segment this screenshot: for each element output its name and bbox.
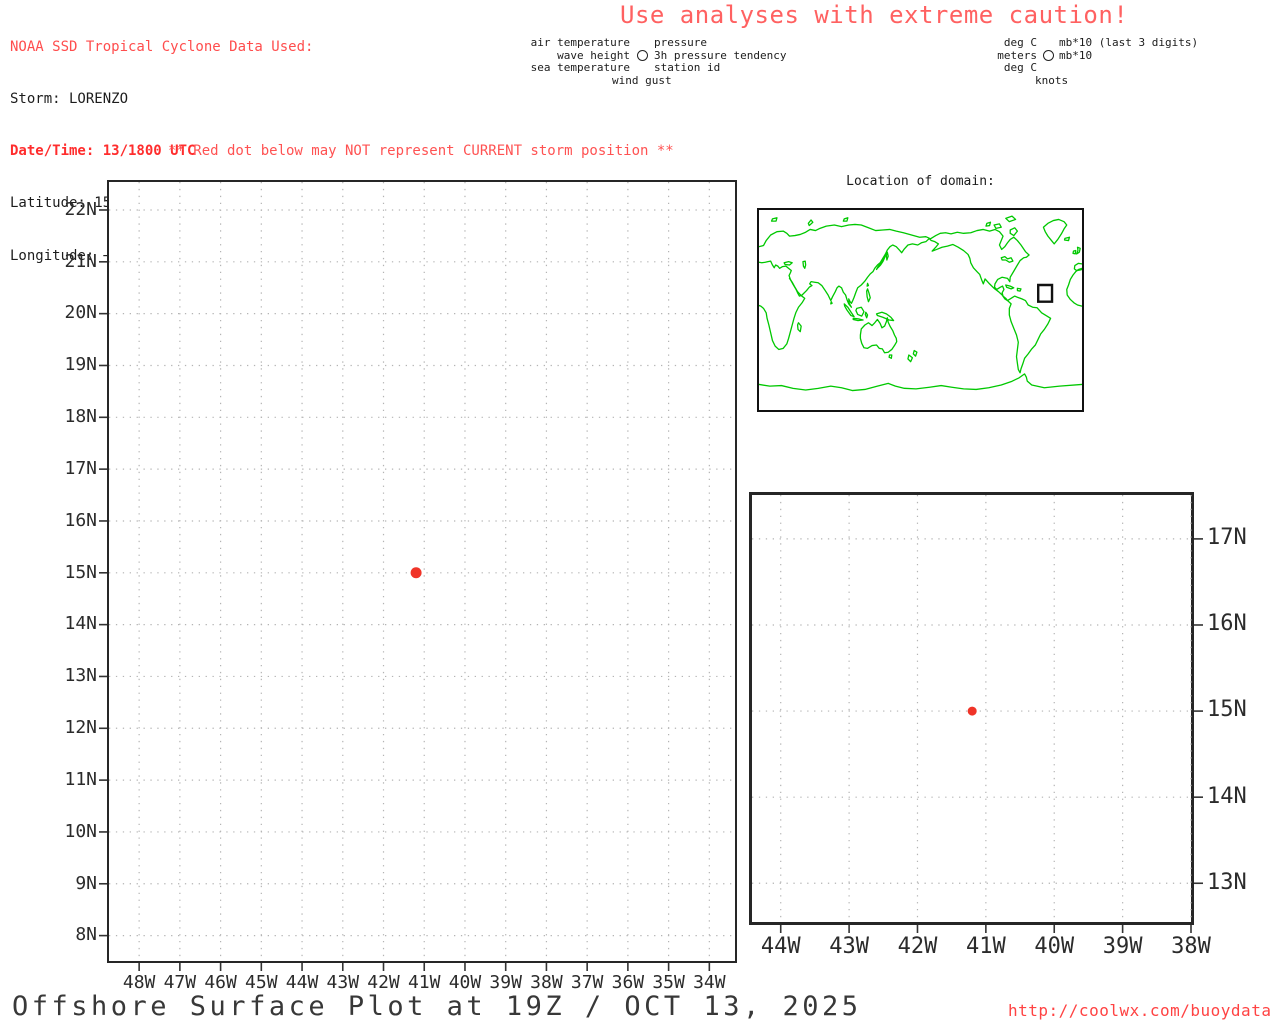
zoom-plot-y-tick-label: 16N [1207, 611, 1247, 637]
main-plot-y-tick-label: 21N [64, 250, 97, 272]
coast-tasmania [889, 355, 892, 358]
domain-rectangle [1038, 285, 1052, 302]
storm-name-line: Storm: LORENZO [10, 91, 129, 108]
station-circle-icon [1042, 50, 1054, 62]
main-plot-y-tick-label: 17N [64, 457, 97, 479]
main-plot-y-tick-label: 20N [64, 302, 97, 324]
unit-3h-pressure-tendency: mb*10 [1059, 48, 1093, 62]
coast-cuba [1006, 285, 1014, 289]
coast-africa-east [759, 278, 805, 349]
coast-nz-north [913, 351, 917, 357]
coast-black-sea [784, 262, 792, 265]
noaa-source-line: NOAA SSD Tropical Cyclone Data Used: [10, 38, 314, 55]
coast-sumatra [844, 304, 854, 317]
coast-iceland [1065, 237, 1070, 240]
coast-britain [1077, 247, 1081, 254]
storm-position-dot-zoom [967, 706, 977, 716]
storm-position-warning: ** Red dot below may NOT represent CURRE… [168, 143, 674, 159]
storm-position-dot [410, 567, 422, 579]
zoom-plot-x-tick-label: 42W [897, 934, 938, 959]
legend-wind-gust: wind gust [612, 73, 672, 87]
coast-madagascar [798, 323, 802, 332]
coast-banks-island [986, 222, 990, 226]
coast-eurasia [759, 224, 929, 307]
coast-nz-south [908, 355, 912, 362]
zoom-plot-x-tick-label: 44W [760, 934, 801, 959]
unit-air-temperature: deg C [1003, 36, 1037, 49]
zoom-plot-y-tick-label: 15N [1207, 697, 1247, 723]
coast-ellesmere [1006, 216, 1016, 222]
caution-headline: Use analyses with extreme caution! [620, 1, 1129, 29]
main-plot-y-tick-label: 15N [64, 561, 97, 583]
main-plot-y-tick-label: 22N [64, 198, 97, 220]
zoom-plot-x-tick-label: 43W [829, 934, 869, 959]
main-plot-y-tick-label: 16N [64, 509, 97, 531]
unit-wind-gust: knots [1035, 73, 1069, 87]
legend-sea-temperature: sea temperature [530, 61, 630, 74]
coast-japan [877, 254, 887, 270]
zoom-plot: 44W 43W 42W 41W 40W 39W 38W 17N 16N 15N 14N 13N [749, 492, 1247, 959]
units-legend: deg C mb*10 (last 3 digits) meters mb*10… [985, 36, 1199, 87]
main-plot: 48W 47W 46W 45W 44W 43W 42W 41W 40W 39W 38W 37W 36W 3… [64, 180, 737, 993]
plot-title: Offshore Surface Plot at 19Z / OCT 13, 2… [12, 991, 862, 1022]
main-plot-y-tick-label: 10N [64, 820, 97, 842]
coast-sri-lanka [831, 302, 832, 304]
coast-sulawesi [865, 312, 867, 318]
coast-great-lakes [1001, 257, 1013, 263]
coast-africa-west [1067, 268, 1082, 306]
station-model-legend: air temperature pressure wave height 3h … [520, 36, 787, 87]
legend-pressure: pressure [654, 36, 707, 49]
inset-map-title: Location of domain: [846, 174, 995, 189]
legend-station-id: station id [654, 61, 721, 74]
coast-borneo [856, 307, 864, 316]
coast-south-america [1008, 296, 1051, 373]
buoy-plot-page: NOAA SSD Tropical Cyclone Data Used: Sto… [0, 0, 1280, 1024]
coast-java [853, 318, 863, 320]
coast-antarctica [759, 374, 1082, 391]
coast-victoria-island [994, 224, 1001, 228]
unit-pressure: mb*10 (last 3 digits) [1059, 36, 1199, 49]
coast-australia [860, 318, 896, 353]
coast-caspian-sea [803, 261, 806, 268]
main-plot-y-tick-label: 13N [64, 665, 97, 687]
main-plot-y-tick-label: 14N [64, 613, 97, 635]
coast-philippines [867, 289, 871, 302]
station-circle-icon [636, 50, 648, 62]
main-plot-y-tick-label: 19N [64, 354, 97, 376]
main-plot-canvas [99, 182, 735, 971]
zoom-plot-y-tick-label: 17N [1207, 525, 1247, 551]
main-plot-y-tick-label: 9N [75, 872, 97, 894]
zoom-plot-x-tick-label: 40W [1034, 934, 1075, 959]
main-plot-y-tick-label: 11N [64, 768, 97, 790]
zoom-plot-y-tick-label: 14N [1207, 783, 1247, 809]
coast-hispaniola [1017, 288, 1021, 291]
main-plot-y-tick-label: 8N [75, 924, 97, 946]
coast-taiwan [867, 283, 868, 286]
coast-north-america [929, 229, 1029, 300]
zoom-plot-x-tick-label: 38W [1171, 934, 1211, 959]
world-map-inset [757, 208, 1084, 412]
legend-air-temperature: air temperature [530, 36, 630, 49]
source-url: http://coolwx.com/buoydata [1008, 1001, 1272, 1020]
coast-baffin [1010, 228, 1017, 236]
coast-sakhalin [886, 252, 888, 260]
coast-greenland [1043, 219, 1066, 243]
zoom-plot-y-tick-label: 13N [1207, 869, 1247, 895]
zoom-plot-x-tick-label: 41W [965, 934, 1006, 959]
main-plot-x-tick-label: 34W [693, 972, 726, 993]
continent-outlines [759, 216, 1082, 390]
unit-sea-temperature: deg C [1003, 61, 1037, 74]
coast-svalbard [772, 218, 777, 221]
main-plot-y-tick-label: 18N [64, 406, 97, 428]
main-plot-y-tick-label: 12N [64, 717, 97, 739]
coast-ireland [1073, 251, 1076, 254]
coast-new-guinea [877, 312, 894, 320]
coast-severnaya-zemlya [843, 218, 847, 221]
coast-novaya-zemlya [808, 220, 812, 226]
zoom-plot-x-tick-label: 39W [1102, 934, 1143, 959]
zoom-plot-canvas [752, 495, 1203, 933]
world-map-svg [759, 210, 1082, 410]
